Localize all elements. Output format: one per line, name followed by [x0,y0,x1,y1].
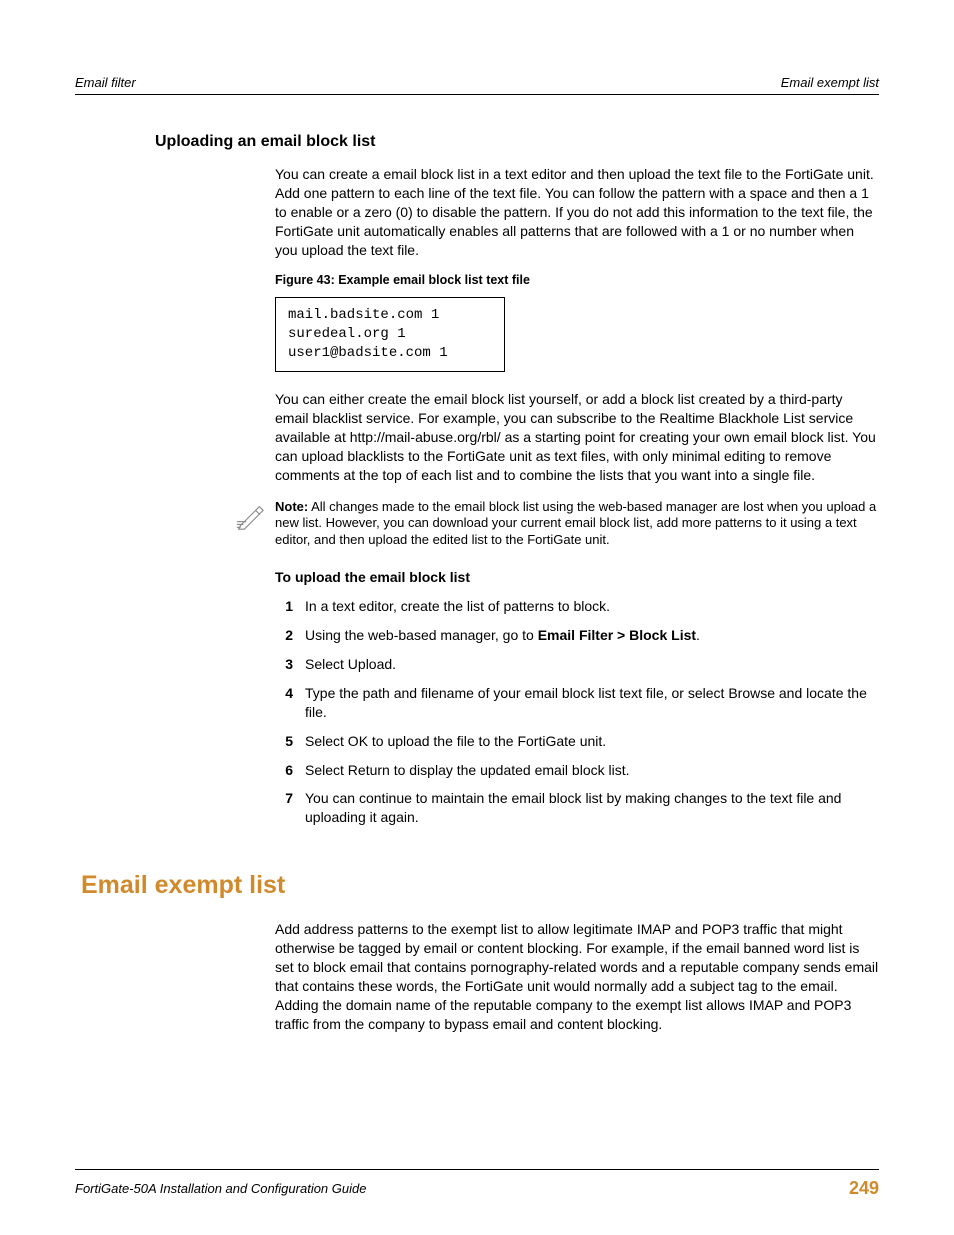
step-text: You can continue to maintain the email b… [305,789,879,827]
note-text: Note: All changes made to the email bloc… [275,499,879,550]
note-body: All changes made to the email block list… [275,499,876,548]
step-text: Select Return to display the updated ema… [305,761,879,780]
step-text: Type the path and filename of your email… [305,684,879,722]
note-icon [235,501,265,536]
list-item: 2 Using the web-based manager, go to Emai… [265,626,879,645]
step-number: 1 [265,597,293,616]
footer-title: FortiGate-50A Installation and Configura… [75,1181,366,1196]
step-number: 2 [265,626,293,645]
list-item: 4 Type the path and filename of your emai… [265,684,879,722]
page-number: 249 [849,1178,879,1199]
section-heading-uploading: Uploading an email block list [155,133,879,151]
step-number: 5 [265,732,293,751]
step-text: Using the web-based manager, go to Email… [305,626,879,645]
step-number: 3 [265,655,293,674]
page-header: Email filter Email exempt list [75,75,879,95]
code-block-example: mail.badsite.com 1 suredeal.org 1 user1@… [275,297,505,372]
list-item: 7 You can continue to maintain the email … [265,789,879,827]
list-item: 5 Select OK to upload the file to the For… [265,732,879,751]
paragraph-intro: You can create a email block list in a t… [275,165,879,259]
list-item: 1 In a text editor, create the list of pa… [265,597,879,616]
step-number: 7 [265,789,293,827]
list-item: 6 Select Return to display the updated em… [265,761,879,780]
figure-caption: Figure 43: Example email block list text… [275,273,879,287]
note-label: Note: [275,499,308,514]
header-left: Email filter [75,75,136,90]
procedure-heading: To upload the email block list [275,569,879,585]
step-text: In a text editor, create the list of pat… [305,597,879,616]
page-footer: FortiGate-50A Installation and Configura… [75,1169,879,1199]
note-block: Note: All changes made to the email bloc… [235,499,879,550]
step-number: 4 [265,684,293,722]
step-text: Select OK to upload the file to the Fort… [305,732,879,751]
step-number: 6 [265,761,293,780]
major-heading-exempt: Email exempt list [81,871,879,900]
procedure-steps: 1 In a text editor, create the list of pa… [265,597,879,827]
paragraph-blacklist: You can either create the email block li… [275,390,879,484]
header-right: Email exempt list [781,75,879,90]
paragraph-exempt: Add address patterns to the exempt list … [275,920,879,1033]
list-item: 3 Select Upload. [265,655,879,674]
step-text: Select Upload. [305,655,879,674]
